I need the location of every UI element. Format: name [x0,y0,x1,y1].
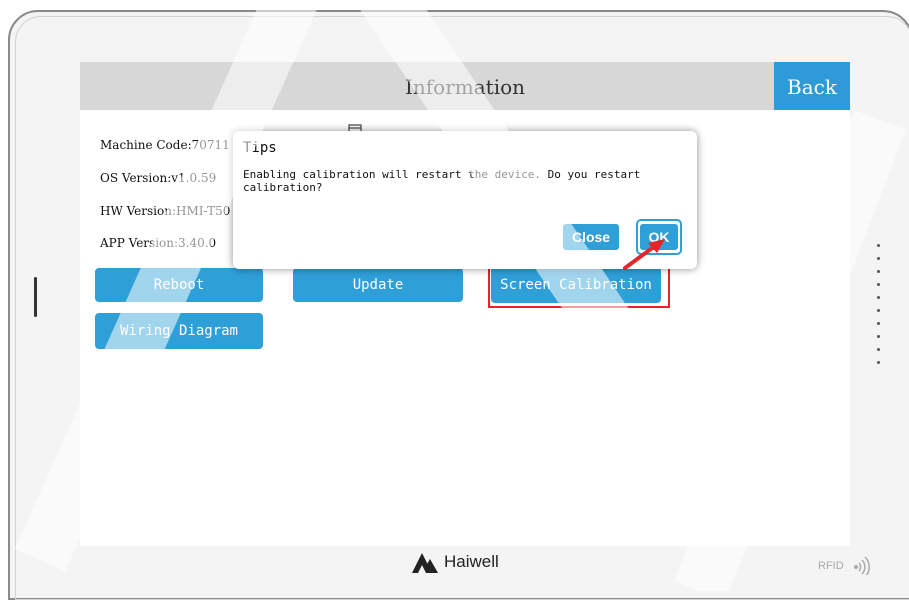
haiwell-logo-icon [412,553,438,573]
dialog-message: Enabling calibration will restart the de… [243,168,641,194]
close-button[interactable]: Close [563,224,619,250]
speaker-dots [877,244,881,374]
machine-code-text: Machine Code:70711 [100,138,230,152]
title-bar: Information Back [80,62,850,110]
wiring-diagram-button[interactable]: Wiring Diagram [95,313,263,349]
pointer-arrow-icon [623,239,665,270]
nfc-icon [854,556,870,575]
os-version-text: OS Version:v1.0.59 [100,171,217,185]
app-version-text: APP Version:3.40.0 [100,236,217,250]
side-button [34,277,37,317]
page-title: Information [404,75,526,99]
back-button[interactable]: Back [774,62,850,110]
update-button[interactable]: Update [293,268,463,302]
brand-name: Haiwell [444,552,499,571]
dialog-title: Tips [243,140,277,156]
hw-version-text: HW Version:HMI-T50 [100,204,231,218]
rfid-label: RFID [818,560,844,572]
hmi-screen: Information Back Machine Code:70711 OS V… [80,62,850,546]
reboot-button[interactable]: Reboot [95,268,263,302]
